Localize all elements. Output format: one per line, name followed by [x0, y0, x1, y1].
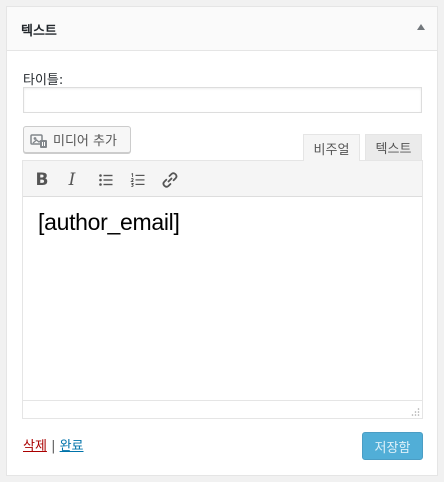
link-icon[interactable] — [157, 167, 183, 193]
action-separator: | — [51, 439, 56, 454]
numbered-list-icon[interactable] — [125, 167, 151, 193]
editor-statusbar — [23, 400, 422, 418]
text-widget: 텍스트 타이틀: 미디어 추가 비주얼 텍스트 B I [author_emai… — [6, 6, 438, 476]
collapse-arrow-icon[interactable] — [417, 24, 425, 30]
save-button[interactable]: 저장함 — [362, 432, 423, 460]
widget-title: 텍스트 — [21, 24, 57, 39]
italic-icon[interactable]: I — [59, 167, 85, 193]
title-input[interactable] — [23, 87, 422, 113]
delete-link[interactable]: 삭제 — [23, 439, 47, 454]
editor-content[interactable]: [author_email] — [38, 209, 408, 236]
editor-toolbar: B I — [23, 161, 422, 197]
add-media-button[interactable]: 미디어 추가 — [23, 126, 131, 153]
widget-header[interactable]: 텍스트 — [7, 7, 437, 51]
add-media-label: 미디어 추가 — [53, 134, 117, 149]
widget-actions: 삭제 | 완료 — [23, 435, 84, 454]
bulleted-list-icon[interactable] — [93, 167, 119, 193]
bold-icon[interactable]: B — [29, 167, 55, 193]
title-label: 타이틀: — [23, 73, 64, 88]
add-media-icon — [30, 131, 48, 149]
editor-area: B I [author_email] — [22, 160, 423, 419]
resize-handle-icon[interactable] — [410, 406, 420, 416]
done-link[interactable]: 완료 — [60, 439, 84, 454]
tab-visual[interactable]: 비주얼 — [303, 134, 360, 161]
tab-text[interactable]: 텍스트 — [365, 134, 422, 161]
